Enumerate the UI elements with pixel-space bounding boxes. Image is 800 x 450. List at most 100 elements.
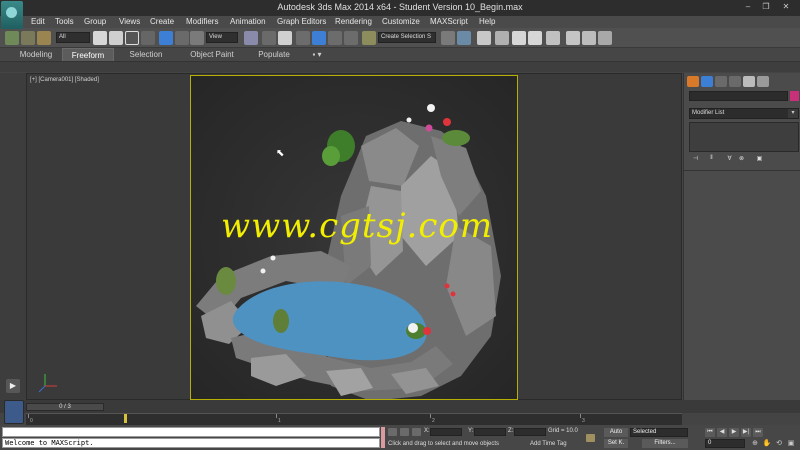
undo-icon[interactable] <box>5 31 19 45</box>
menu-animation[interactable]: Animation <box>230 17 266 26</box>
link-icon[interactable] <box>21 31 35 45</box>
previous-frame-icon[interactable]: ◀ <box>717 428 727 437</box>
orbit-icon[interactable]: ⟲ <box>774 439 784 448</box>
hierarchy-tab-icon[interactable] <box>715 76 727 87</box>
show-end-result-icon[interactable]: ‖ <box>707 155 716 163</box>
time-slider[interactable]: 0 / 3 <box>26 403 104 411</box>
select-move-icon[interactable] <box>159 31 173 45</box>
snaps-toggle-icon[interactable] <box>296 31 310 45</box>
tab-modeling[interactable]: Modeling <box>10 48 62 61</box>
lock-selection-icon[interactable] <box>400 428 409 436</box>
add-time-tag[interactable]: Add Time Tag <box>530 441 567 447</box>
maxscript-input[interactable] <box>2 427 380 437</box>
bind-spacewarp-icon[interactable] <box>37 31 51 45</box>
graphite-toggle-icon[interactable] <box>495 31 509 45</box>
make-unique-icon[interactable]: ∀ <box>725 155 734 163</box>
key-icon[interactable] <box>586 434 595 442</box>
set-key-button[interactable]: Set K. <box>604 439 628 448</box>
layer-manager-icon[interactable] <box>477 31 491 45</box>
menu-help[interactable]: Help <box>479 17 495 26</box>
angle-snap-icon[interactable] <box>312 31 326 45</box>
rectangular-selection-icon[interactable] <box>125 31 139 45</box>
named-selection-sets-dropdown[interactable]: Create Selection S <box>378 32 436 43</box>
maximize-viewport-icon[interactable]: ▣ <box>786 439 796 448</box>
y-label: Y: <box>468 428 474 434</box>
pan-icon[interactable]: ✋ <box>762 439 772 448</box>
keyboard-shortcut-icon[interactable] <box>278 31 292 45</box>
modify-tab-icon[interactable] <box>701 76 713 87</box>
select-object-icon[interactable] <box>93 31 107 45</box>
menu-graph-editors[interactable]: Graph Editors <box>277 17 326 26</box>
menu-customize[interactable]: Customize <box>382 17 420 26</box>
play-animation-icon[interactable]: ▶ <box>729 428 739 437</box>
window-crossing-icon[interactable] <box>141 31 155 45</box>
transform-mode-icon[interactable] <box>412 428 421 436</box>
go-to-end-icon[interactable]: ⏭ <box>753 428 763 437</box>
rendered-frame-window-icon[interactable] <box>582 31 596 45</box>
menu-maxscript[interactable]: MAXScript <box>430 17 468 26</box>
render-production-icon[interactable] <box>598 31 612 45</box>
select-by-name-icon[interactable] <box>109 31 123 45</box>
spinner-snap-icon[interactable] <box>344 31 358 45</box>
selection-lock-icon[interactable] <box>388 428 397 436</box>
create-tab-icon[interactable] <box>687 76 699 87</box>
material-editor-icon[interactable] <box>546 31 560 45</box>
menu-modifiers[interactable]: Modifiers <box>186 17 218 26</box>
y-coordinate-field[interactable] <box>474 428 506 436</box>
perspective-viewport[interactable]: [+] [Camera001] [Shaded] www.cgtsj.com ⬉ <box>26 73 682 400</box>
tab-freeform[interactable]: Freeform <box>62 48 114 61</box>
reference-coordinate-dropdown[interactable]: View <box>206 32 238 43</box>
select-rotate-icon[interactable] <box>175 31 189 45</box>
select-scale-icon[interactable] <box>190 31 204 45</box>
key-filters-button[interactable]: Filters... <box>642 439 688 448</box>
viewport-label[interactable]: [+] [Camera001] [Shaded] <box>30 77 99 83</box>
tab-selection[interactable]: Selection <box>120 48 172 61</box>
display-tab-icon[interactable] <box>743 76 755 87</box>
chevron-down-icon[interactable]: ▾ <box>788 109 798 118</box>
tab-populate[interactable]: Populate <box>250 48 298 61</box>
modifier-stack[interactable] <box>689 122 799 152</box>
select-manipulate-icon[interactable] <box>262 31 276 45</box>
menu-group[interactable]: Group <box>84 17 106 26</box>
menu-edit[interactable]: Edit <box>31 17 45 26</box>
menu-rendering[interactable]: Rendering <box>335 17 372 26</box>
motion-tab-icon[interactable] <box>729 76 741 87</box>
minimize-button[interactable]: – <box>742 2 754 12</box>
zoom-icon[interactable]: ⊕ <box>750 439 760 448</box>
z-coordinate-field[interactable] <box>514 428 546 436</box>
pin-stack-icon[interactable]: ⊣ <box>691 155 700 163</box>
curve-editor-icon[interactable] <box>512 31 526 45</box>
auto-key-button[interactable]: Auto <box>604 428 628 437</box>
x-coordinate-field[interactable] <box>430 428 462 436</box>
play-icon[interactable]: ▶ <box>6 379 20 393</box>
render-setup-icon[interactable] <box>566 31 580 45</box>
maxscript-output[interactable]: Welcome to MAXScript. <box>2 438 380 448</box>
go-to-start-icon[interactable]: ⏮ <box>705 428 715 437</box>
tab-object-paint[interactable]: Object Paint <box>182 48 242 61</box>
modifier-list-dropdown[interactable]: Modifier List ▾ <box>689 108 799 119</box>
ribbon-options-button[interactable]: ▪ ▾ <box>305 48 329 61</box>
pivot-center-icon[interactable] <box>244 31 258 45</box>
configure-modifier-sets-icon[interactable]: ▣ <box>755 155 764 163</box>
remove-modifier-icon[interactable]: ⊗ <box>737 155 746 163</box>
mirror-icon[interactable] <box>441 31 455 45</box>
menu-tools[interactable]: Tools <box>55 17 74 26</box>
app-menu-icon[interactable] <box>1 1 23 29</box>
keyframe-marker[interactable] <box>124 414 127 423</box>
key-filter-dropdown[interactable]: Selected <box>630 428 688 437</box>
percent-snap-icon[interactable] <box>328 31 342 45</box>
close-button[interactable]: ✕ <box>780 2 792 12</box>
menu-views[interactable]: Views <box>119 17 140 26</box>
schematic-view-icon[interactable] <box>528 31 542 45</box>
mini-curve-editor-icon[interactable] <box>4 400 24 424</box>
align-icon[interactable] <box>457 31 471 45</box>
object-color-swatch[interactable] <box>790 91 799 101</box>
utilities-tab-icon[interactable] <box>757 76 769 87</box>
next-frame-icon[interactable]: ▶| <box>741 428 751 437</box>
menu-create[interactable]: Create <box>150 17 174 26</box>
selection-filter-dropdown[interactable]: All <box>56 32 90 43</box>
object-name-field[interactable] <box>689 91 788 101</box>
current-frame-field[interactable]: 0 <box>705 439 745 448</box>
maximize-button[interactable]: ❐ <box>760 2 772 12</box>
edit-named-selection-icon[interactable] <box>362 31 376 45</box>
